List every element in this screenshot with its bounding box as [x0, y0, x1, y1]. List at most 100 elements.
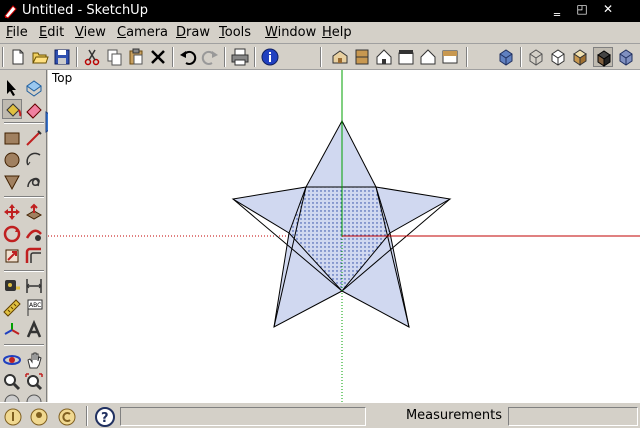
- dimension-icon[interactable]: [24, 276, 44, 296]
- palette-separator: [4, 270, 44, 272]
- geo-location-icon[interactable]: [2, 406, 24, 428]
- rectangle-icon[interactable]: [2, 128, 22, 148]
- toolbar-grip[interactable]: [2, 47, 4, 67]
- status-bar: ? Measurements: [0, 402, 640, 428]
- monochrome-icon[interactable]: [616, 47, 636, 67]
- save-icon[interactable]: [52, 47, 72, 67]
- shaded-textures-icon[interactable]: [593, 47, 613, 67]
- maximize-button[interactable]: ◰: [570, 1, 594, 18]
- menu-edit-accel: E: [39, 25, 48, 40]
- protractor-icon[interactable]: [2, 298, 22, 318]
- menu-view[interactable]: View: [75, 25, 106, 40]
- menu-draw[interactable]: Draw: [176, 25, 210, 40]
- follow-me-icon[interactable]: [24, 224, 44, 244]
- menu-file-label: ile: [12, 25, 28, 40]
- move-icon[interactable]: [2, 202, 22, 222]
- menu-tools-label: ools: [224, 25, 252, 40]
- menu-file[interactable]: File: [6, 25, 28, 40]
- left-view-icon[interactable]: [440, 47, 460, 67]
- palette-separator: [4, 122, 44, 124]
- wireframe-icon[interactable]: [526, 47, 546, 67]
- zoom-icon[interactable]: [2, 372, 22, 392]
- credits-icon[interactable]: [28, 406, 50, 428]
- drawing-viewport[interactable]: Top: [48, 70, 640, 402]
- sketchup-app-icon[interactable]: [3, 3, 19, 19]
- tape-measure-icon[interactable]: [2, 276, 22, 296]
- menu-tools[interactable]: Tools: [219, 25, 251, 40]
- standard-toolbar: [0, 44, 640, 70]
- cut-icon[interactable]: [82, 47, 102, 67]
- orbit-icon[interactable]: [2, 350, 22, 370]
- iso-view-icon[interactable]: [330, 47, 350, 67]
- select-icon[interactable]: [2, 78, 22, 98]
- line-icon[interactable]: [24, 128, 44, 148]
- back-view-icon[interactable]: [418, 47, 438, 67]
- pan-icon[interactable]: [24, 350, 44, 370]
- help-icon[interactable]: ?: [94, 406, 116, 428]
- measurements-input[interactable]: [508, 407, 638, 426]
- xray-icon[interactable]: [496, 47, 516, 67]
- close-button[interactable]: ✕: [596, 1, 620, 18]
- axes-icon[interactable]: [2, 320, 22, 340]
- redo-icon[interactable]: [200, 47, 220, 67]
- toolbar-separator: [172, 47, 174, 67]
- menu-camera-label: amera: [126, 25, 169, 40]
- freehand-icon[interactable]: [24, 172, 44, 192]
- menu-edit[interactable]: Edit: [39, 25, 64, 40]
- make-component-icon[interactable]: [24, 78, 44, 98]
- open-folder-icon[interactable]: [30, 47, 50, 67]
- next-view-icon[interactable]: [24, 392, 44, 402]
- copy-icon[interactable]: [104, 47, 124, 67]
- top-view-icon[interactable]: [352, 47, 372, 67]
- front-view-icon[interactable]: [374, 47, 394, 67]
- menu-window-accel: W: [265, 25, 278, 40]
- svg-text:ABC: ABC: [29, 302, 41, 309]
- text-icon[interactable]: ABC: [24, 298, 44, 318]
- hidden-line-icon[interactable]: [548, 47, 568, 67]
- erase-icon[interactable]: [148, 47, 168, 67]
- menu-window-label: indow: [277, 25, 317, 40]
- right-view-icon[interactable]: [396, 47, 416, 67]
- scale-icon[interactable]: [2, 246, 22, 266]
- menu-bar: File Edit View Camera Draw Tools Window …: [0, 22, 640, 44]
- toolbar-separator: [466, 47, 468, 67]
- eraser-icon[interactable]: [24, 99, 44, 119]
- minimize-button[interactable]: ‗: [545, 1, 569, 18]
- previous-view-icon[interactable]: [2, 392, 22, 402]
- paint-bucket-icon[interactable]: [2, 99, 22, 119]
- new-file-icon[interactable]: [8, 47, 28, 67]
- offset-icon[interactable]: [24, 246, 44, 266]
- palette-separator: [4, 344, 44, 346]
- 3d-text-icon[interactable]: [24, 320, 44, 340]
- menu-draw-accel: D: [176, 25, 187, 40]
- menu-help-accel: H: [322, 25, 332, 40]
- menu-draw-label: raw: [186, 25, 210, 40]
- shaded-icon[interactable]: [570, 47, 590, 67]
- menu-view-label: iew: [83, 25, 106, 40]
- copyright-icon[interactable]: [56, 406, 78, 428]
- paste-icon[interactable]: [126, 47, 146, 67]
- status-message: [120, 407, 366, 426]
- arc-icon[interactable]: [24, 150, 44, 170]
- model-canvas[interactable]: [48, 70, 640, 402]
- circle-icon[interactable]: [2, 150, 22, 170]
- polygon-icon[interactable]: [2, 172, 22, 192]
- statusbar-separator: [86, 406, 88, 426]
- push-pull-icon[interactable]: [24, 202, 44, 222]
- menu-window[interactable]: Window: [265, 25, 316, 40]
- sketchup-window: Untitled - SketchUp ‗ ◰ ✕ File Edit View…: [0, 0, 640, 428]
- menu-camera[interactable]: Camera: [117, 25, 168, 40]
- menu-edit-label: dit: [47, 25, 65, 40]
- toolbar-separator: [76, 47, 78, 67]
- menu-camera-accel: C: [117, 25, 127, 40]
- undo-icon[interactable]: [178, 47, 198, 67]
- print-icon[interactable]: [230, 47, 250, 67]
- title-bar: Untitled - SketchUp ‗ ◰ ✕: [0, 0, 640, 22]
- zoom-extents-icon[interactable]: [24, 372, 44, 392]
- menu-help-label: elp: [331, 25, 352, 40]
- svg-text:?: ?: [101, 411, 109, 426]
- model-info-icon[interactable]: [260, 47, 280, 67]
- menu-help[interactable]: Help: [322, 25, 352, 40]
- menu-view-accel: V: [75, 25, 84, 40]
- rotate-icon[interactable]: [2, 224, 22, 244]
